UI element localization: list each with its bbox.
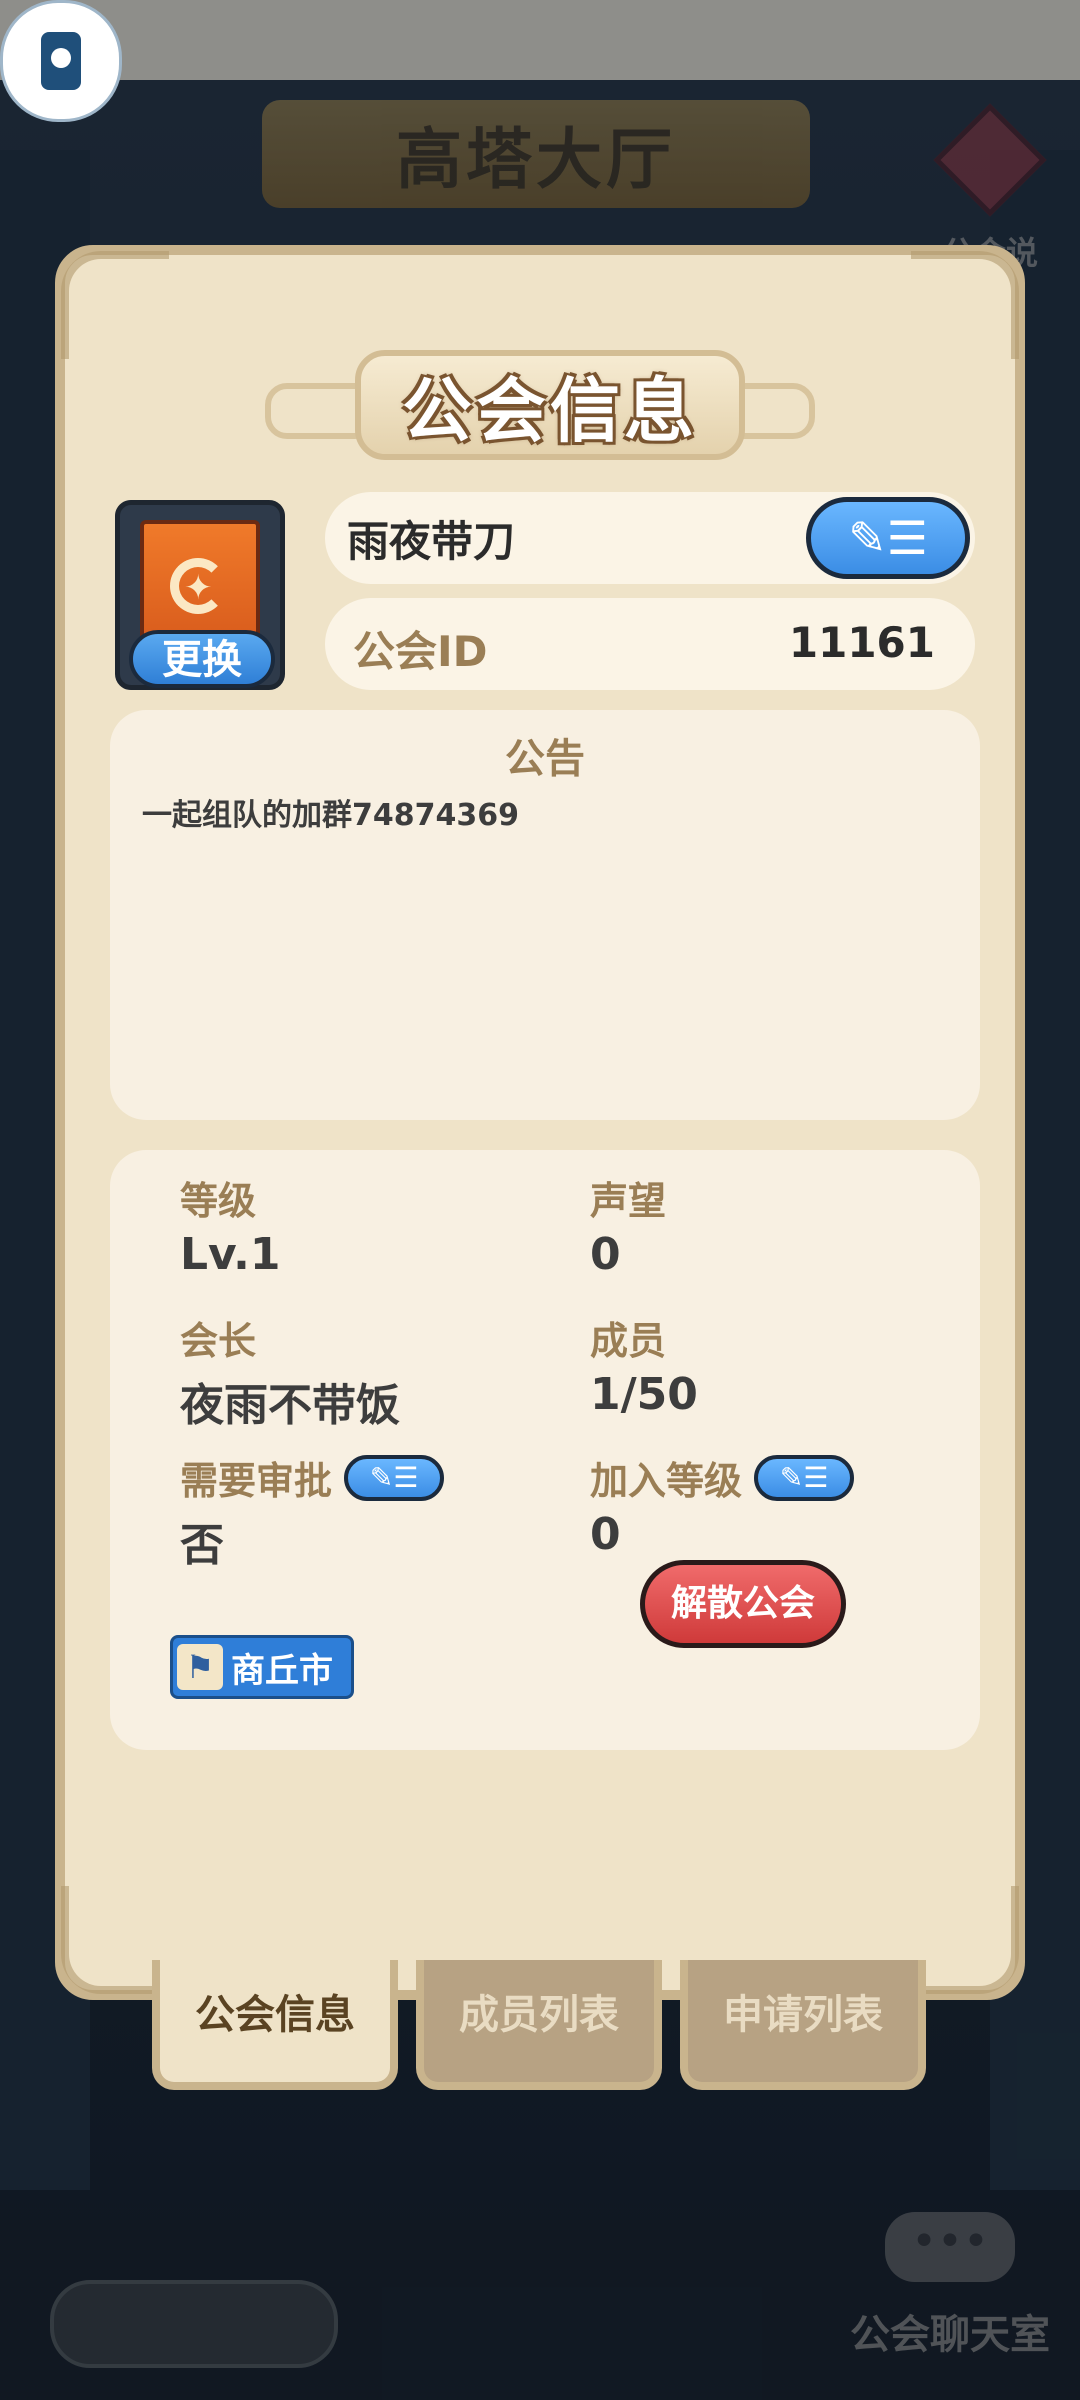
edit-approval-button[interactable]: ✎☰ <box>344 1454 445 1501</box>
location-name: 商丘市 <box>231 1650 333 1691</box>
panel-title-plaque: 公会信息 <box>355 350 745 460</box>
edit-icon: ✎☰ <box>369 1461 419 1494</box>
guild-name: 雨夜带刀 <box>347 517 516 566</box>
members-value: 1/50 <box>590 1369 698 1420</box>
stat-approval: 需要审批 ✎☰ 否 <box>180 1450 445 1573</box>
guild-id-value: 11161 <box>788 618 935 667</box>
panel-title: 公会信息 <box>402 369 698 452</box>
level-value: Lv.1 <box>180 1229 281 1280</box>
edit-name-button[interactable]: ✎☰ <box>806 497 970 579</box>
location-tag[interactable]: ⚑ 商丘市 <box>170 1635 354 1699</box>
guild-id-row: 公会ID 11161 <box>325 598 975 690</box>
prestige-label: 声望 <box>590 1179 667 1223</box>
prestige-value: 0 <box>590 1229 621 1280</box>
disband-guild-button[interactable]: 解散公会 <box>640 1560 846 1648</box>
stat-members: 成员 1/50 <box>590 1310 698 1420</box>
edit-icon: ✎☰ <box>848 511 928 565</box>
device-icon <box>41 32 81 90</box>
approval-value: 否 <box>180 1520 224 1571</box>
approval-label: 需要审批 <box>180 1459 333 1503</box>
stat-prestige: 声望 0 <box>590 1170 666 1280</box>
guild-name-row: 雨夜带刀 ✎☰ <box>325 492 975 584</box>
tab-application-list[interactable]: 申请列表 <box>680 1960 926 2090</box>
members-label: 成员 <box>590 1319 667 1363</box>
tab-member-list[interactable]: 成员列表 <box>416 1960 662 2090</box>
guild-info-panel: 公会信息 ✦ 更换 雨夜带刀 ✎☰ 公会ID 11161 公告 一起组队的加群7… <box>55 245 1025 2000</box>
stat-leader: 会长 夜雨不带饭 <box>180 1310 400 1433</box>
join-level-label: 加入等级 <box>590 1459 743 1503</box>
star-icon: ✦ <box>184 568 213 608</box>
corner-ornament <box>911 251 1019 359</box>
stat-join-level: 加入等级 ✎☰ 0 <box>590 1450 855 1560</box>
join-level-label-row: 加入等级 ✎☰ <box>590 1450 855 1505</box>
flag-icon: ⚑ <box>177 1644 223 1690</box>
leader-value: 夜雨不带饭 <box>180 1380 400 1431</box>
tab-guild-info[interactable]: 公会信息 <box>152 1960 398 2090</box>
edit-join-level-button[interactable]: ✎☰ <box>754 1454 855 1501</box>
edit-icon: ✎☰ <box>779 1461 829 1494</box>
corner-ornament <box>911 1886 1019 1994</box>
notice-title: 公告 <box>505 736 585 782</box>
change-emblem-button[interactable]: 更换 <box>129 630 275 688</box>
guild-stats-box: 等级 Lv.1 声望 0 会长 夜雨不带饭 成员 1/50 需要审批 ✎☰ 否 <box>110 1150 980 1750</box>
notice-box[interactable]: 公告 一起组队的加群74874369 <box>110 710 980 1120</box>
corner-ornament <box>61 251 169 359</box>
stat-level: 等级 Lv.1 <box>180 1170 280 1280</box>
level-label: 等级 <box>180 1179 257 1223</box>
join-level-value: 0 <box>590 1509 621 1560</box>
guild-id-label: 公会ID <box>353 627 488 676</box>
approval-label-row: 需要审批 ✎☰ <box>180 1450 445 1505</box>
leader-label: 会长 <box>180 1319 257 1363</box>
floating-assistant-button[interactable] <box>0 0 122 122</box>
notice-text: 一起组队的加群74874369 <box>142 798 519 833</box>
